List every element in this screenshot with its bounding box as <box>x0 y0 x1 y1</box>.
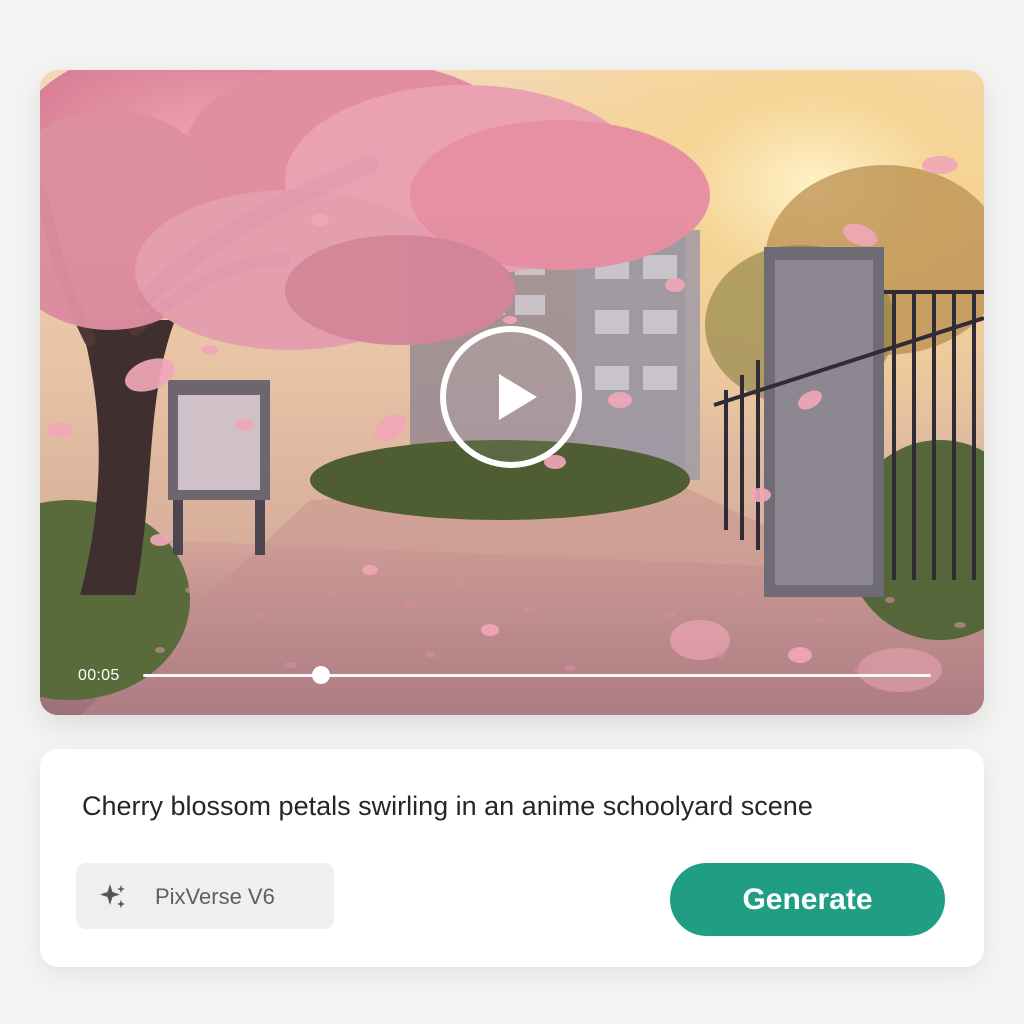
play-icon <box>499 374 537 420</box>
seek-bar[interactable] <box>143 674 931 677</box>
play-button[interactable] <box>440 326 582 468</box>
generate-button[interactable]: Generate <box>670 863 945 936</box>
prompt-text[interactable]: Cherry blossom petals swirling in an ani… <box>82 791 813 822</box>
model-label: PixVerse V6 <box>155 884 275 909</box>
current-time: 00:05 <box>78 667 120 684</box>
video-player[interactable]: 00:05 <box>40 70 984 715</box>
model-selector[interactable]: PixVerse V6 <box>76 863 334 929</box>
seek-thumb[interactable] <box>312 666 330 684</box>
sparkle-icon <box>100 884 125 908</box>
prompt-panel: Cherry blossom petals swirling in an ani… <box>40 749 984 967</box>
